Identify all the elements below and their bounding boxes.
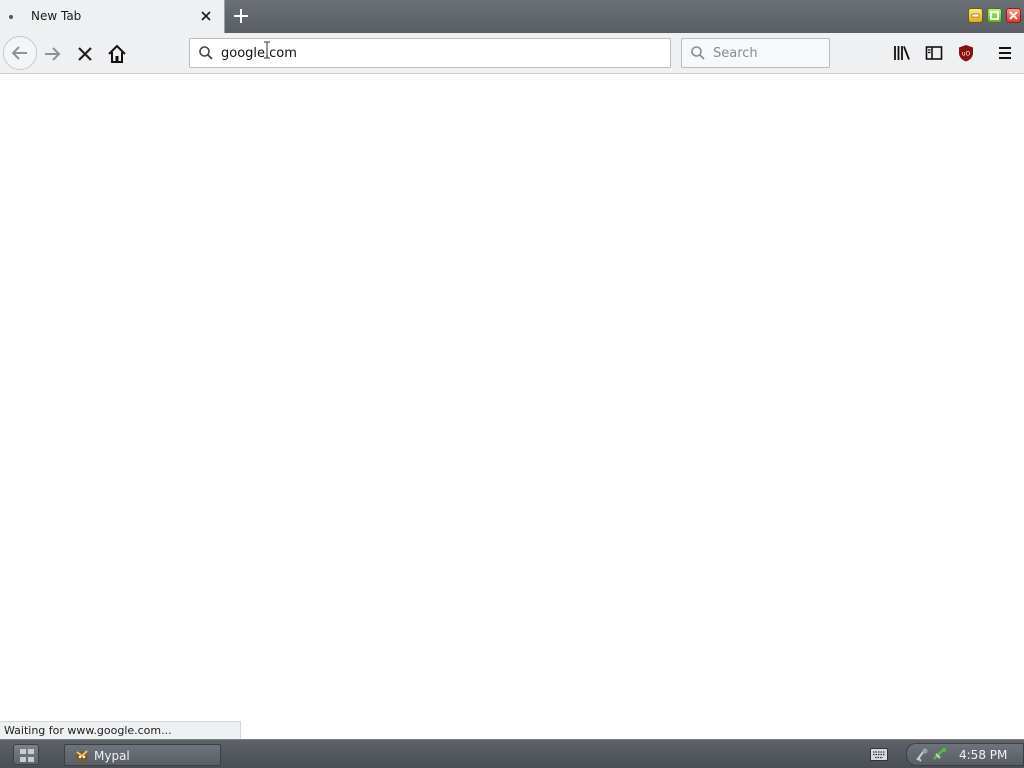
tab-close-icon[interactable] — [198, 8, 214, 24]
home-icon[interactable] — [105, 42, 129, 66]
window-maximize-button[interactable] — [987, 8, 1002, 23]
status-panel: Waiting for www.google.com... — [0, 721, 241, 739]
keyboard-icon[interactable] — [870, 748, 888, 761]
url-bar[interactable]: google.com — [189, 38, 671, 68]
search-input[interactable]: Search — [713, 46, 758, 61]
status-text: Waiting for www.google.com... — [4, 724, 172, 737]
tab-title: New Tab — [31, 9, 82, 23]
window-minimize-button[interactable] — [968, 8, 983, 23]
taskbar-item-label: Mypal — [94, 749, 130, 763]
stop-icon[interactable] — [73, 42, 97, 66]
volume-icon[interactable] — [932, 747, 947, 762]
system-tray: 4:58 PM — [906, 743, 1024, 766]
library-icon[interactable] — [892, 43, 912, 63]
search-bar[interactable]: Search — [681, 38, 830, 68]
sidebar-icon[interactable] — [924, 43, 944, 63]
search-icon — [198, 45, 214, 64]
tab-strip: New Tab — [0, 0, 1024, 33]
navigation-toolbar: google.com Search uO — [0, 33, 1024, 74]
tab-new-tab[interactable]: New Tab — [0, 0, 225, 33]
text-cursor-icon — [263, 41, 271, 59]
page-content[interactable] — [0, 75, 1024, 739]
clock[interactable]: 4:58 PM — [959, 748, 1007, 762]
forward-arrow-icon[interactable] — [41, 42, 65, 66]
svg-text:uO: uO — [962, 51, 971, 58]
taskbar-item-mypal[interactable]: Mypal — [64, 744, 221, 766]
search-icon — [690, 45, 706, 64]
new-tab-button[interactable] — [231, 6, 251, 26]
taskbar: Mypal 4:58 PM — [0, 739, 1024, 768]
back-button[interactable] — [3, 36, 37, 70]
mypal-app-icon — [74, 748, 90, 764]
hamburger-menu-icon[interactable] — [995, 43, 1015, 63]
window-close-button[interactable] — [1006, 8, 1021, 23]
network-icon[interactable] — [915, 747, 930, 762]
tab-loading-indicator-icon — [9, 15, 13, 19]
ublock-origin-icon[interactable]: uO — [956, 43, 976, 63]
start-menu-button[interactable] — [13, 744, 39, 765]
url-input[interactable]: google.com — [221, 46, 297, 61]
